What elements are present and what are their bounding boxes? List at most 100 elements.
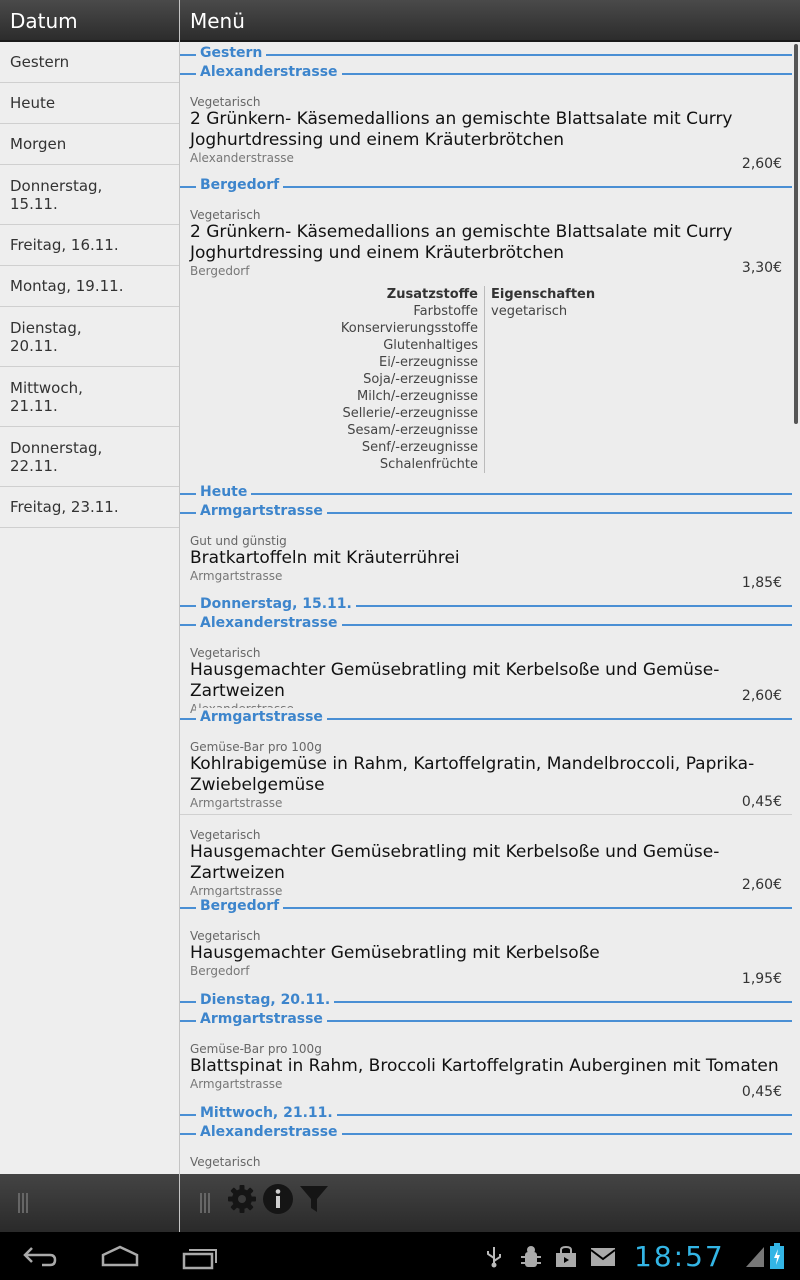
date-item-freitag-23[interactable]: Freitag, 23.11. bbox=[0, 487, 179, 528]
date-item-dienstag[interactable]: Dienstag, 20.11. bbox=[0, 307, 179, 367]
additives-header: Zusatzstoffe bbox=[386, 287, 478, 302]
settings-icon[interactable] bbox=[226, 1183, 258, 1219]
section-header-day: Dienstag, 20.11. bbox=[180, 991, 792, 1010]
item-price: 0,45€ bbox=[741, 794, 782, 810]
section-header-day: Mittwoch, 21.11. bbox=[180, 1104, 792, 1123]
info-icon[interactable] bbox=[262, 1183, 294, 1219]
item-category: Vegetarisch bbox=[190, 95, 261, 109]
item-price: 0,45€ bbox=[741, 1084, 782, 1100]
date-item-donnerstag[interactable]: Donnerstag, 15.11. bbox=[0, 165, 179, 225]
menu-item[interactable]: Vegetarisch 2 Grünkern- Käsemedallions a… bbox=[180, 82, 792, 176]
item-category: Gut und günstig bbox=[190, 534, 287, 548]
signal-icon bbox=[745, 1246, 765, 1272]
mail-icon bbox=[590, 1247, 616, 1271]
item-category: Vegetarisch bbox=[190, 1155, 261, 1169]
menu-item[interactable]: Gemüse-Bar pro 100g Kohlrabigemüse in Ra… bbox=[180, 727, 792, 814]
home-icon[interactable] bbox=[100, 1244, 140, 1272]
menu-item[interactable]: Gut und günstig Bratkartoffeln mit Kräut… bbox=[180, 521, 792, 595]
date-pane: Datum Gestern Heute Morgen Donnerstag, 1… bbox=[0, 0, 180, 1232]
section-header-location: Bergedorf bbox=[180, 176, 792, 195]
additive: Senf/-erzeugnisse bbox=[361, 440, 478, 455]
section-header-day: Heute bbox=[180, 483, 792, 502]
additive: Sellerie/-erzeugnisse bbox=[342, 406, 478, 421]
section-header-location: Armgartstrasse bbox=[180, 502, 792, 521]
item-location: Bergedorf bbox=[190, 964, 250, 978]
item-price: 1,85€ bbox=[741, 575, 782, 591]
date-item-montag-19[interactable]: Montag, 19.11. bbox=[0, 266, 179, 307]
menu-item[interactable]: Gemüse-Bar pro 100g Blattspinat in Rahm,… bbox=[180, 1029, 792, 1104]
scrollbar[interactable] bbox=[794, 44, 798, 424]
date-item-mittwoch[interactable]: Mittwoch, 21.11. bbox=[0, 367, 179, 427]
filter-icon[interactable] bbox=[298, 1183, 330, 1219]
additives-column: Zusatzstoffe Farbstoffe Konservierungsst… bbox=[190, 286, 485, 473]
battery-icon bbox=[770, 1243, 784, 1273]
menu-list[interactable]: Gestern Alexanderstrasse Vegetarisch 2 G… bbox=[180, 42, 792, 1174]
properties-column: Eigenschaften vegetarisch bbox=[485, 286, 595, 473]
item-category: Vegetarisch bbox=[190, 828, 261, 842]
debug-icon bbox=[520, 1245, 542, 1273]
additive: Soja/-erzeugnisse bbox=[363, 372, 478, 387]
menu-item[interactable]: Vegetarisch bbox=[180, 1142, 792, 1169]
drag-handle-icon[interactable] bbox=[18, 1193, 28, 1213]
item-price: 2,60€ bbox=[741, 688, 782, 704]
item-name: Blattspinat in Rahm, Broccoli Kartoffelg… bbox=[190, 1056, 779, 1076]
item-location: Armgartstrasse bbox=[190, 569, 283, 583]
drag-handle-icon[interactable] bbox=[200, 1193, 210, 1213]
store-icon bbox=[554, 1245, 578, 1273]
additive: Sesam/-erzeugnisse bbox=[347, 423, 478, 438]
menu-item[interactable]: Vegetarisch Hausgemachter Gemüsebratling… bbox=[180, 916, 792, 991]
additive: Milch/-erzeugnisse bbox=[357, 389, 478, 404]
system-nav-bar: 18:57 bbox=[0, 1232, 800, 1280]
item-category: Vegetarisch bbox=[190, 929, 261, 943]
menu-pane: Menü Gestern Alexanderstrasse Vegetarisc… bbox=[180, 0, 800, 1232]
additive: Farbstoffe bbox=[413, 304, 478, 319]
item-name: Kohlrabigemüse in Rahm, Kartoffelgratin,… bbox=[190, 754, 755, 795]
date-item-freitag-16[interactable]: Freitag, 16.11. bbox=[0, 225, 179, 266]
additive: Glutenhaltiges bbox=[383, 338, 478, 353]
item-price: 1,95€ bbox=[741, 971, 782, 987]
section-header-day: Gestern bbox=[180, 44, 792, 63]
item-price: 3,30€ bbox=[741, 260, 782, 276]
item-category: Vegetarisch bbox=[190, 646, 261, 660]
additive: Konservierungsstoffe bbox=[340, 321, 478, 336]
item-location: Armgartstrasse bbox=[190, 1077, 283, 1091]
date-item-heute[interactable]: Heute bbox=[0, 83, 179, 124]
section-header-location: Alexanderstrasse bbox=[180, 63, 792, 82]
section-header-location: Armgartstrasse bbox=[180, 1010, 792, 1029]
item-location: Bergedorf bbox=[190, 264, 250, 278]
menu-item[interactable]: Vegetarisch Hausgemachter Gemüsebratling… bbox=[180, 815, 792, 899]
item-location: Armgartstrasse bbox=[190, 796, 283, 810]
date-item-gestern[interactable]: Gestern bbox=[0, 42, 179, 83]
menu-item-expanded[interactable]: Vegetarisch 2 Grünkern- Käsemedallions a… bbox=[180, 195, 792, 473]
item-category: Vegetarisch bbox=[190, 208, 261, 222]
usb-icon bbox=[485, 1246, 503, 1272]
properties-header: Eigenschaften bbox=[491, 287, 596, 302]
item-location: Alexanderstrasse bbox=[190, 151, 294, 165]
menu-item[interactable]: Vegetarisch Hausgemachter Gemüsebratling… bbox=[180, 633, 792, 717]
item-location: Armgartstrasse bbox=[190, 884, 283, 898]
recent-apps-icon[interactable] bbox=[182, 1244, 220, 1274]
item-category: Gemüse-Bar pro 100g bbox=[190, 1042, 322, 1056]
date-item-donnerstag-22[interactable]: Donnerstag, 22.11. bbox=[0, 427, 179, 487]
section-header-location: Alexanderstrasse bbox=[180, 1123, 792, 1142]
additive: Schalenfrüchte bbox=[379, 457, 478, 472]
item-price: 2,60€ bbox=[741, 877, 782, 893]
section-header-location: Alexanderstrasse bbox=[180, 614, 792, 633]
section-header-location: Bergedorf bbox=[180, 897, 792, 916]
item-name: Hausgemachter Gemüsebratling mit Kerbels… bbox=[190, 842, 720, 883]
back-icon[interactable] bbox=[22, 1244, 58, 1272]
additive: Ei/-erzeugnisse bbox=[379, 355, 478, 370]
clock: 18:57 bbox=[634, 1240, 725, 1273]
item-name: 2 Grünkern- Käsemedallions an gemischte … bbox=[190, 222, 733, 263]
left-bottom-bar bbox=[0, 1174, 179, 1232]
menu-pane-title: Menü bbox=[180, 0, 800, 42]
section-header-day: Donnerstag, 15.11. bbox=[180, 595, 792, 614]
item-name: 2 Grünkern- Käsemedallions an gemischte … bbox=[190, 109, 733, 150]
date-list: Gestern Heute Morgen Donnerstag, 15.11. … bbox=[0, 42, 179, 528]
section-header-location: Armgartstrasse bbox=[180, 708, 792, 727]
date-item-morgen[interactable]: Morgen bbox=[0, 124, 179, 165]
property: vegetarisch bbox=[491, 304, 568, 319]
item-name: Bratkartoffeln mit Kräuterrührei bbox=[190, 548, 460, 568]
item-price: 2,60€ bbox=[741, 156, 782, 172]
item-name: Hausgemachter Gemüsebratling mit Kerbels… bbox=[190, 660, 720, 701]
